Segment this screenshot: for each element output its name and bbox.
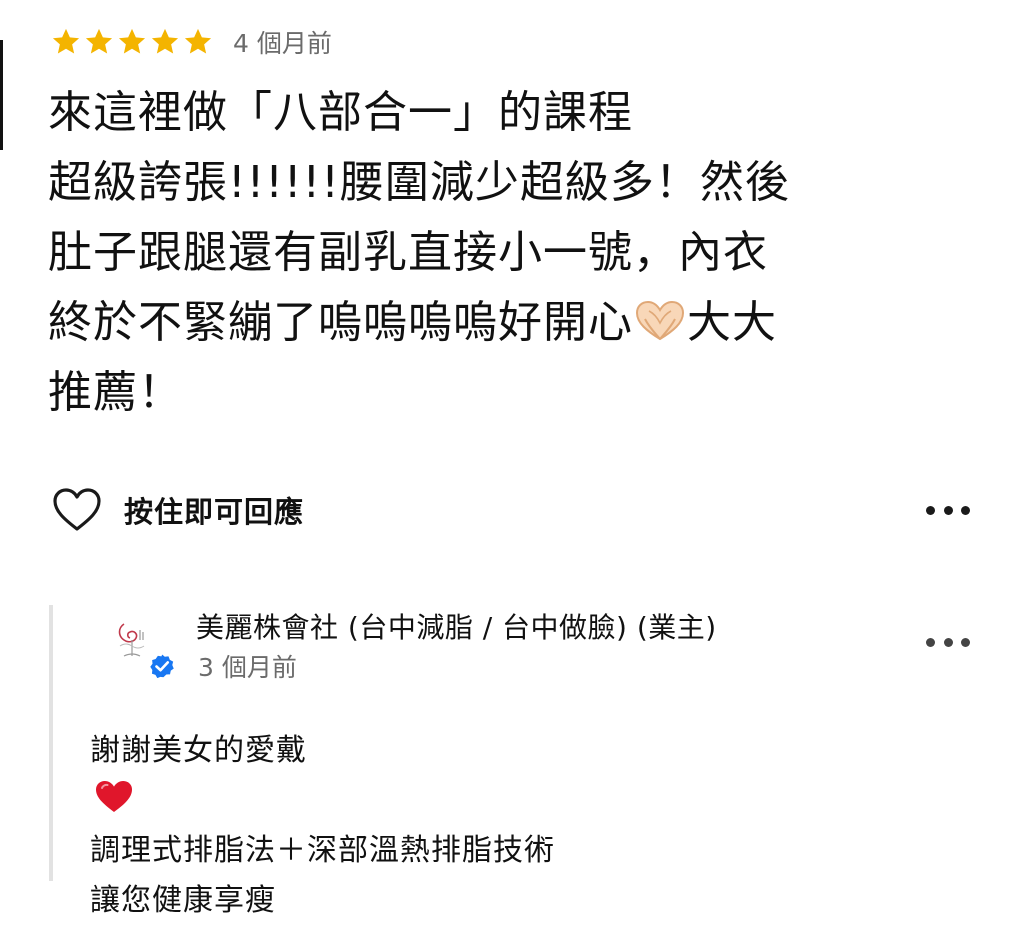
review-actions: 按住即可回應 — [52, 486, 304, 534]
reply-thread-line — [49, 605, 53, 881]
review-line-suffix: 大大 — [687, 297, 777, 348]
star-icon — [50, 26, 83, 58]
review-line: 終於不緊繃了嗚嗚嗚嗚好開心 大大 — [48, 288, 988, 358]
owner-reply-time: 3 個月前 — [198, 653, 297, 682]
more-options-icon[interactable] — [926, 632, 970, 652]
rating-row: 4 個月前 — [50, 22, 332, 62]
red-heart-emoji — [96, 781, 132, 812]
review-time: 4 個月前 — [233, 29, 332, 58]
star-icon — [83, 26, 116, 58]
review-body: 來這裡做「八部合一」的課程 超級誇張!!!!!!腰圍減少超級多！然後 肚子跟腿還… — [48, 78, 988, 428]
star-icon — [116, 26, 149, 58]
reply-line: 謝謝美女的愛戴 — [90, 726, 555, 826]
reply-line: 讓您健康享瘦 — [90, 883, 276, 918]
reply-line-text: 謝謝美女的愛戴 — [90, 733, 307, 768]
reply-line: 調理式排脂法＋深部溫熱排脂技術 — [90, 833, 555, 868]
owner-name[interactable]: 美麗株會社 (台中減脂 / 台中做臉) (業主) — [196, 606, 717, 646]
hold-to-react-label: 按住即可回應 — [124, 495, 305, 529]
verified-badge-icon — [148, 652, 176, 680]
review-line: 來這裡做「八部合一」的課程 — [48, 87, 633, 138]
more-options-icon[interactable] — [926, 500, 970, 520]
star-icon — [182, 26, 215, 58]
owner-reply-body: 謝謝美女的愛戴 調理式排脂法＋深部溫熱排脂技術 讓您健康享瘦 — [90, 726, 555, 926]
heart-hands-emoji — [635, 300, 685, 341]
star-rating — [50, 26, 215, 58]
star-icon — [149, 26, 182, 58]
review-line: 推薦！ — [48, 367, 183, 418]
review-line-text: 終於不緊繃了嗚嗚嗚嗚好開心 — [48, 297, 633, 348]
left-edge-marker — [0, 40, 3, 150]
heart-outline-icon[interactable] — [52, 487, 102, 533]
review-line: 超級誇張!!!!!!腰圍減少超級多！然後 — [48, 157, 790, 208]
review-line: 肚子跟腿還有副乳直接小一號，內衣 — [48, 227, 768, 278]
